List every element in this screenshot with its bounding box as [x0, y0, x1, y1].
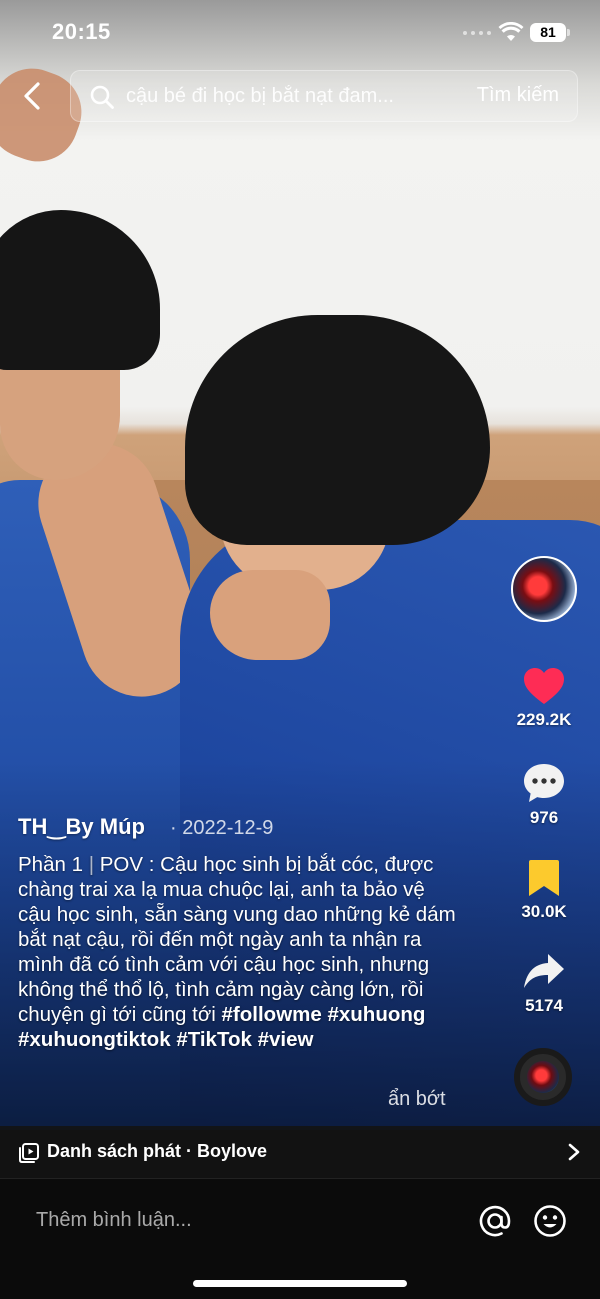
author-name[interactable]: TH‿By Múp — [18, 814, 145, 840]
like-button[interactable]: 229.2K — [488, 666, 600, 730]
chevron-right-icon — [568, 1143, 580, 1161]
playlist-bar[interactable]: Danh sách phát · Boylove — [0, 1126, 600, 1178]
at-sign-icon[interactable] — [478, 1204, 512, 1238]
back-chevron-icon[interactable] — [18, 78, 48, 114]
emoji-icon[interactable] — [533, 1204, 567, 1238]
hashtag[interactable]: #followme — [222, 1003, 322, 1026]
search-bar[interactable]: cậu bé đi học bị bắt nạt đam... Tìm kiếm — [70, 70, 578, 122]
comment-count: 976 — [529, 808, 559, 827]
playlist-label: Danh sách phát · Boylove — [47, 1141, 268, 1161]
hashtag[interactable]: #xuhuongtiktok — [18, 1028, 171, 1051]
playlist-icon — [19, 1143, 39, 1163]
like-count: 229.2K — [516, 710, 572, 729]
music-disc[interactable] — [514, 1048, 572, 1106]
hashtag[interactable]: #TikTok — [176, 1028, 252, 1051]
caption-part-label: Phần 1 — [18, 853, 83, 876]
save-button[interactable]: 30.0K — [488, 858, 600, 922]
status-bar: 20:15 81 — [0, 0, 600, 64]
status-time: 20:15 — [52, 19, 111, 44]
share-button[interactable]: 5174 — [488, 952, 600, 1016]
hashtag[interactable]: #xuhuong — [327, 1003, 425, 1026]
search-query[interactable]: cậu bé đi học bị bắt nạt đam... — [126, 85, 446, 108]
author-avatar[interactable] — [511, 556, 577, 622]
comment-bar: Thêm bình luận... — [0, 1178, 600, 1299]
bookmark-icon — [529, 860, 559, 896]
search-button[interactable]: Tìm kiếm — [477, 84, 559, 107]
heart-icon — [524, 668, 564, 704]
cellular-signal-icon — [463, 31, 491, 35]
caption-separator: | — [88, 853, 95, 876]
caption-text: POV : Cậu học sinh bị bắt cóc, được chàn… — [18, 853, 456, 1026]
share-arrow-icon — [524, 954, 564, 988]
home-indicator — [193, 1280, 407, 1287]
search-icon — [90, 85, 114, 109]
see-less-button[interactable]: ẩn bớt — [388, 1088, 446, 1111]
video-caption: Phần 1 | POV : Cậu học sinh bị bắt cóc, … — [18, 852, 458, 1052]
comment-input[interactable]: Thêm bình luận... — [36, 1209, 436, 1232]
battery-cap — [567, 29, 570, 36]
post-date: · 2022-12-9 — [170, 817, 274, 839]
hashtag[interactable]: #view — [258, 1028, 314, 1051]
music-disc-cover — [527, 1061, 559, 1093]
save-count: 30.0K — [521, 902, 567, 921]
battery-level: 81 — [530, 23, 566, 42]
wifi-icon — [498, 22, 524, 41]
comment-bubble-icon — [524, 764, 564, 802]
comment-button[interactable]: 976 — [488, 762, 600, 828]
share-count: 5174 — [525, 996, 563, 1015]
